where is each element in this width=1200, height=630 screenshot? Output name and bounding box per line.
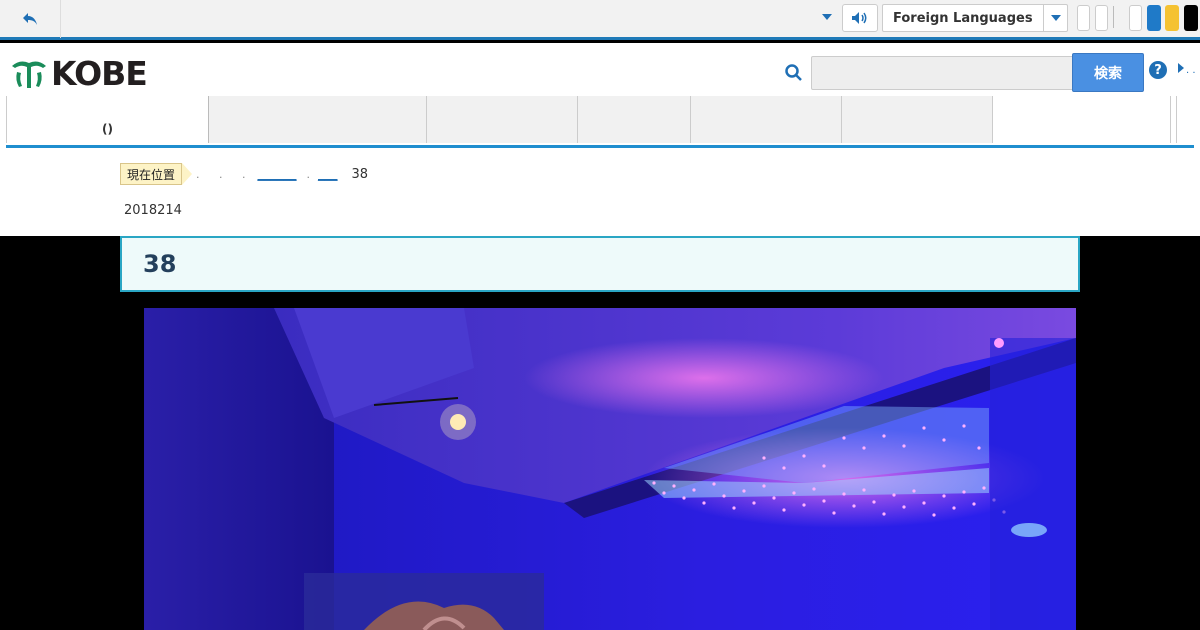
color-yellow-button[interactable]	[1165, 5, 1179, 31]
aquarium-illumination-photo	[144, 308, 1076, 630]
nav-item-home[interactable]: ()	[6, 96, 208, 143]
nav-item-5[interactable]	[690, 96, 841, 143]
search-icon	[785, 64, 802, 81]
logo-text: KOBE	[51, 54, 148, 93]
breadcrumb-current: 38	[351, 166, 369, 182]
caret-right-icon[interactable]	[1178, 63, 1184, 73]
breadcrumb-link[interactable]: ___	[318, 167, 338, 182]
color-blue-button[interactable]	[1147, 5, 1161, 31]
nav-divider	[1176, 96, 1194, 143]
kobe-city-emblem-icon	[12, 61, 46, 88]
font-size-large-button[interactable]	[1095, 5, 1108, 31]
back-button[interactable]	[0, 0, 61, 38]
nav-item-3[interactable]	[426, 96, 577, 143]
page-title: 38	[143, 250, 177, 278]
divider	[1113, 6, 1114, 28]
color-black-button[interactable]	[1184, 5, 1198, 31]
utility-bar: Foreign Languages	[0, 0, 1200, 40]
more-indicator: . .	[1186, 65, 1196, 76]
update-date: 2018214	[124, 203, 182, 218]
language-select[interactable]: Foreign Languages	[882, 4, 1068, 32]
reply-arrow-icon	[23, 13, 37, 25]
font-size-small-button[interactable]	[1077, 5, 1090, 31]
chevron-down-icon	[1043, 5, 1067, 31]
page-title-box: 38	[120, 236, 1080, 292]
breadcrumb-separator: .	[306, 167, 318, 181]
breadcrumb-here-label: 現在位置	[120, 163, 193, 185]
kobe-logo[interactable]: KOBE	[10, 54, 148, 93]
breadcrumb-link[interactable]: ______	[258, 167, 297, 182]
breadcrumb-links[interactable]: . . .	[196, 168, 253, 181]
read-aloud-button[interactable]	[842, 4, 878, 32]
nav-item-2[interactable]	[208, 96, 426, 143]
caret-down-icon[interactable]	[822, 14, 832, 20]
search-button[interactable]: 検索	[1072, 53, 1144, 92]
speaker-icon	[852, 12, 867, 24]
nav-item-7[interactable]	[992, 96, 1170, 143]
nav-item-4[interactable]	[577, 96, 690, 143]
nav-item-label: ()	[102, 122, 113, 136]
help-icon[interactable]: ?	[1149, 61, 1167, 79]
site-header: KOBE 検索 ? . . () 現在位置 . . . ______ . ___…	[0, 43, 1200, 236]
search-input[interactable]	[811, 56, 1075, 90]
breadcrumb: 現在位置 . . . ______ . ___ 38	[120, 163, 368, 185]
language-select-value: Foreign Languages	[893, 11, 1033, 26]
color-white-button[interactable]	[1129, 5, 1142, 31]
nav-item-6[interactable]	[841, 96, 992, 143]
nav-underline	[6, 145, 1194, 148]
global-nav: ()	[6, 96, 1194, 143]
